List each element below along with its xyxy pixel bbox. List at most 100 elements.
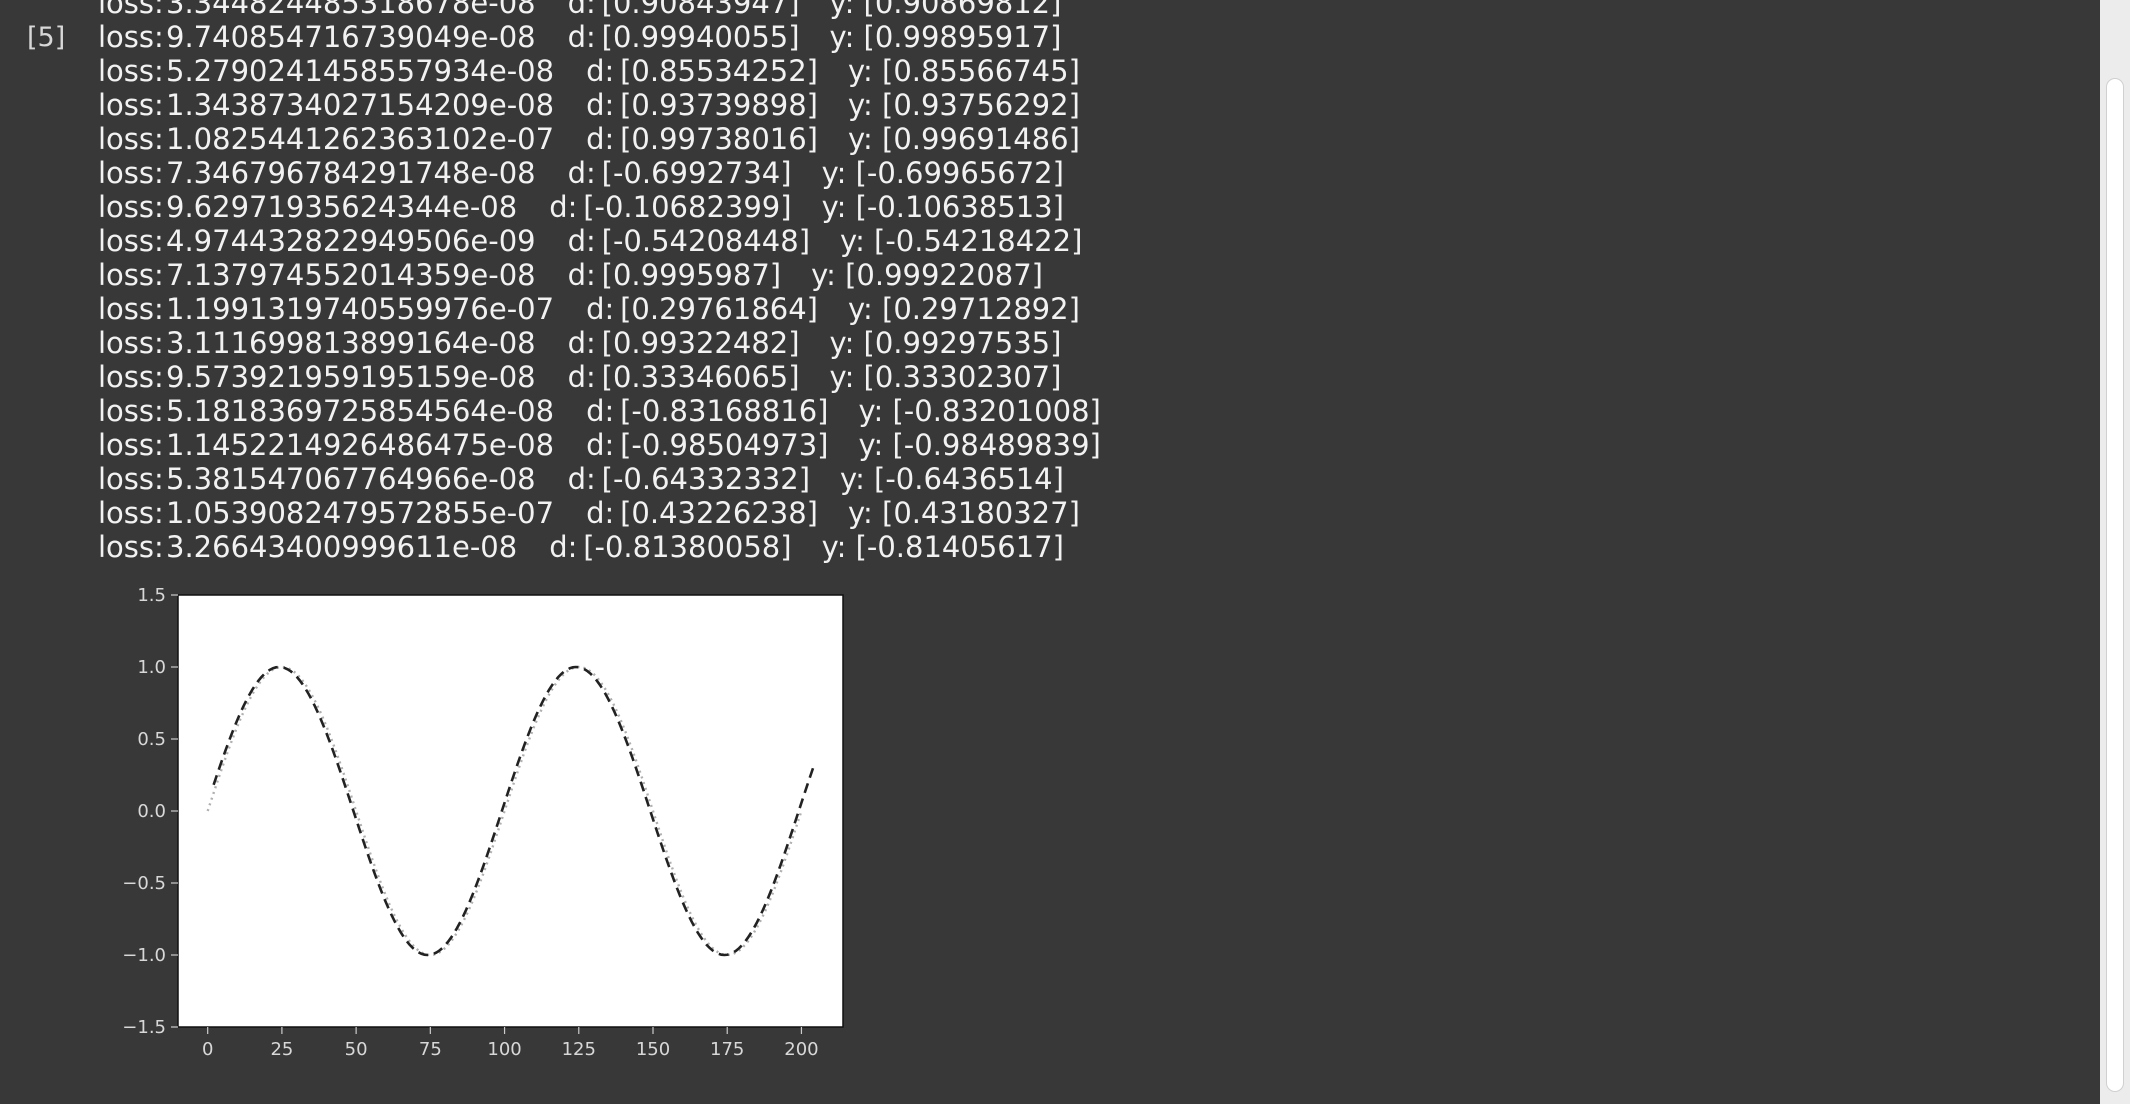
y-value: [0.85566745] [882, 54, 1080, 88]
loss-value: 7.137974552014359e-08 [166, 258, 536, 292]
loss-value: 3.111699813899164e-08 [166, 326, 536, 360]
log-line: loss: 3.344824485318678e-08 d: [0.90843947]… [98, 0, 2078, 20]
y-label: y: [821, 530, 847, 564]
loss-label: loss: [98, 20, 164, 54]
x-tick-label: 100 [487, 1039, 521, 1060]
d-value: [0.85534252] [620, 54, 818, 88]
y-label: y: [848, 496, 873, 530]
d-value: [0.99940055] [601, 20, 800, 54]
loss-value: 1.1452214926486475e-08 [166, 428, 555, 462]
vertical-scrollbar[interactable] [2100, 0, 2130, 1104]
d-value: [0.90843947] [601, 0, 800, 20]
loss-label: loss: [98, 292, 164, 326]
y-label: y: [829, 0, 855, 20]
y-label: y: [848, 292, 873, 326]
d-value: [0.93739898] [620, 88, 818, 122]
y-value: [0.99691486] [882, 122, 1080, 156]
d-label: d: [567, 462, 596, 496]
loss-value: 3.26643400999611e-08 [166, 530, 518, 564]
y-value: [-0.69965672] [855, 156, 1064, 190]
d-label: d: [586, 88, 615, 122]
notebook-output-cell: [5] loss: 3.344824485318678e-08 d: [0.90843… [0, 0, 2100, 1104]
d-label: d: [567, 258, 596, 292]
log-line: loss: 4.974432822949506e-09 d: [-0.54208448… [98, 224, 2078, 258]
x-tick-label: 25 [270, 1039, 293, 1060]
x-tick-label: 0 [202, 1039, 213, 1060]
loss-value: 4.974432822949506e-09 [166, 224, 536, 258]
d-value: [0.33346065] [601, 360, 800, 394]
log-line: loss: 7.346796784291748e-08 d: [-0.6992734]… [98, 156, 2078, 190]
loss-label: loss: [98, 530, 164, 564]
y-value: [0.99297535] [863, 326, 1062, 360]
d-label: d: [549, 530, 578, 564]
y-label: y: [840, 224, 865, 258]
log-line: loss: 1.3438734027154209e-08 d: [0.93739898… [98, 88, 2078, 122]
d-value: [0.99322482] [601, 326, 800, 360]
y-label: y: [829, 326, 855, 360]
log-line: loss: 7.137974552014359e-08 d: [0.9995987] y… [98, 258, 2078, 292]
y-label: y: [811, 258, 836, 292]
loss-label: loss: [98, 496, 164, 530]
d-value: [0.29761864] [620, 292, 818, 326]
loss-value: 7.346796784291748e-08 [166, 156, 536, 190]
y-label: y: [848, 122, 873, 156]
y-value: [-0.81405617] [855, 530, 1064, 564]
loss-label: loss: [98, 156, 164, 190]
loss-value: 5.381547067764966e-08 [166, 462, 536, 496]
y-label: y: [858, 394, 884, 428]
loss-label: loss: [98, 122, 164, 156]
loss-label: loss: [98, 190, 164, 224]
log-line: loss: 5.2790241458557934e-08 d: [0.85534252… [98, 54, 2078, 88]
loss-value: 1.1991319740559976e-07 [166, 292, 555, 326]
loss-value: 5.2790241458557934e-08 [166, 54, 555, 88]
log-line: loss: 5.1818369725854564e-08 d: [-0.8316881… [98, 394, 2078, 428]
y-value: [-0.10638513] [855, 190, 1064, 224]
x-tick-label: 175 [710, 1039, 744, 1060]
log-line: loss: 3.26643400999611e-08 d: [-0.81380058]… [98, 530, 2078, 564]
loss-label: loss: [98, 224, 164, 258]
loss-value: 3.344824485318678e-08 [166, 0, 536, 20]
log-line: loss: 9.740854716739049e-08 d: [0.99940055]… [98, 20, 2078, 54]
loss-value: 1.3438734027154209e-08 [166, 88, 555, 122]
y-value: [0.43180327] [882, 496, 1080, 530]
log-line: loss: 1.0539082479572855e-07 d: [0.43226238… [98, 496, 2078, 530]
d-label: d: [586, 496, 615, 530]
d-value: [0.99738016] [620, 122, 818, 156]
log-line: loss: 1.1991319740559976e-07 d: [0.29761864… [98, 292, 2078, 326]
y-tick-label: 0.0 [137, 801, 166, 822]
log-line: loss: 1.1452214926486475e-08 d: [-0.9850497… [98, 428, 2078, 462]
loss-label: loss: [98, 0, 164, 20]
y-label: y: [829, 360, 855, 394]
d-value: [0.43226238] [620, 496, 818, 530]
y-value: [0.33302307] [863, 360, 1062, 394]
loss-label: loss: [98, 394, 164, 428]
y-value: [-0.83201008] [892, 394, 1101, 428]
scrollbar-thumb[interactable] [2106, 78, 2124, 1092]
d-label: d: [586, 394, 615, 428]
loss-value: 9.573921959195159e-08 [166, 360, 536, 394]
d-label: d: [567, 0, 596, 20]
x-tick-label: 75 [419, 1039, 442, 1060]
loss-label: loss: [98, 54, 164, 88]
loss-label: loss: [98, 360, 164, 394]
y-label: y: [848, 88, 873, 122]
y-label: y: [829, 20, 855, 54]
line-chart: 1.5 1.0 0.5 0.0 −0.5 −1.0 −1.5 0 25 50 75 100 125 150… [98, 578, 858, 1098]
loss-value: 1.0539082479572855e-07 [166, 496, 555, 530]
y-value: [-0.6436514] [874, 462, 1064, 496]
y-value: [-0.98489839] [892, 428, 1101, 462]
d-label: d: [567, 156, 596, 190]
d-label: d: [586, 428, 615, 462]
d-label: d: [567, 360, 596, 394]
d-value: [-0.6992734] [601, 156, 792, 190]
loss-value: 1.0825441262363102e-07 [166, 122, 555, 156]
d-label: d: [567, 224, 596, 258]
y-tick-label: −0.5 [122, 873, 166, 894]
y-value: [0.99895917] [863, 20, 1062, 54]
d-label: d: [549, 190, 578, 224]
y-value: [0.99922087] [845, 258, 1043, 292]
y-tick-label: −1.5 [122, 1017, 166, 1038]
x-tick-label: 200 [784, 1039, 818, 1060]
d-label: d: [567, 20, 596, 54]
y-label: y: [840, 462, 865, 496]
